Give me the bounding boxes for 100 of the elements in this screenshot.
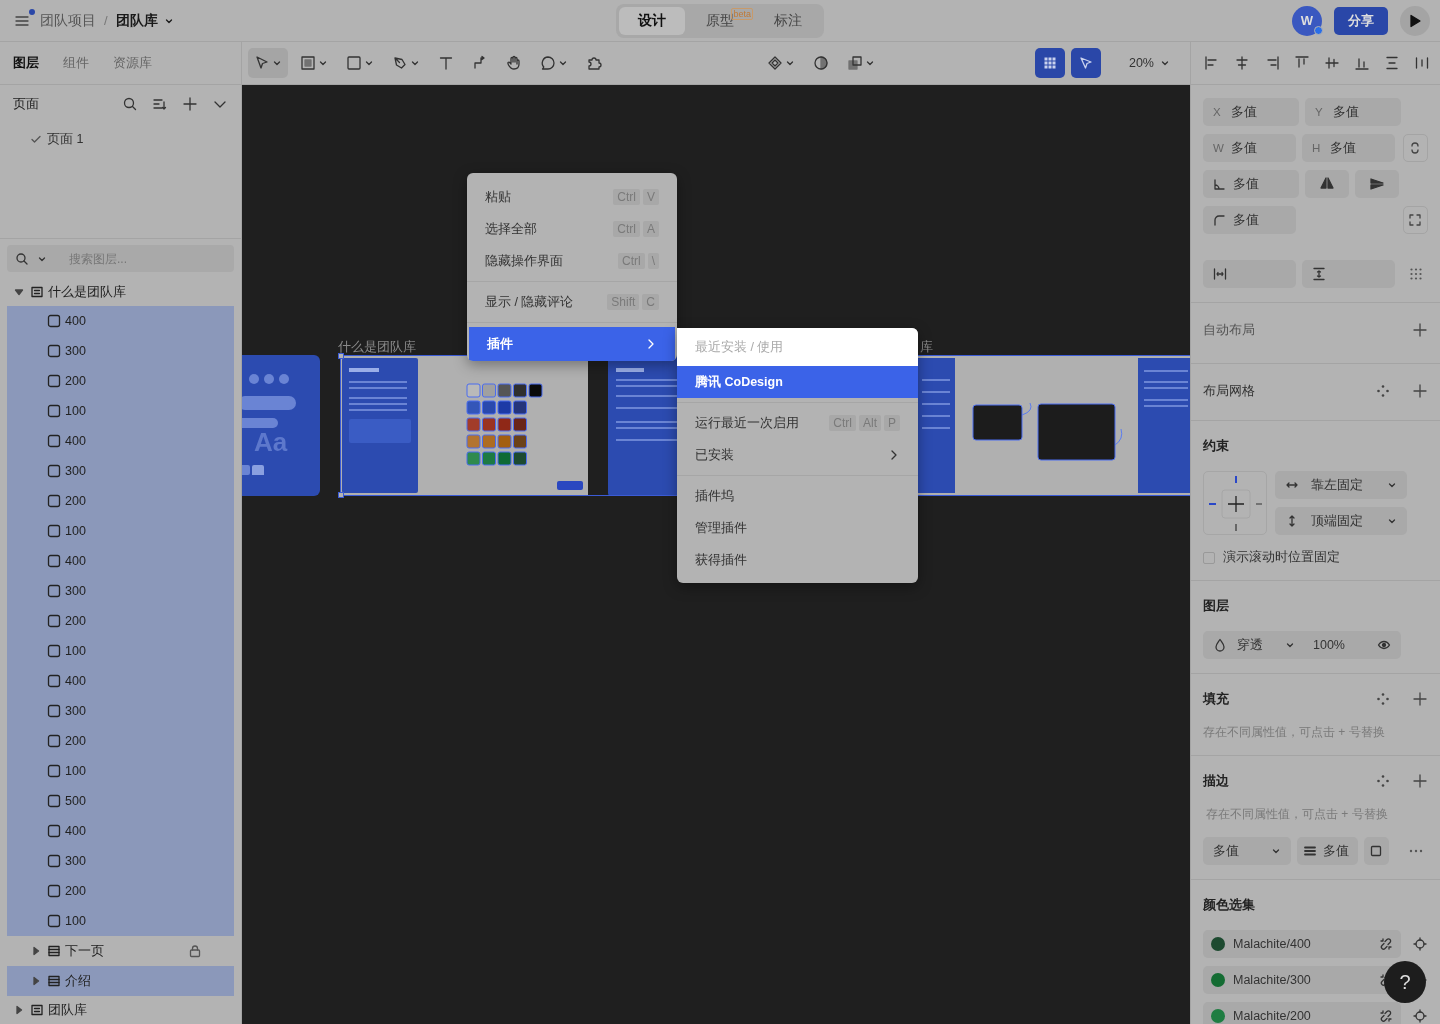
layer-name: 200 (65, 614, 87, 628)
spacing-field[interactable] (1302, 260, 1396, 288)
layer-item[interactable]: 300 (7, 336, 234, 366)
blend-mode-field[interactable]: 穿透 100% (1203, 631, 1401, 659)
layer-item[interactable]: 100 (7, 516, 234, 546)
constrain-proportions-button[interactable] (1402, 134, 1428, 162)
layer-item[interactable]: 300 (7, 456, 234, 486)
play-button[interactable] (1400, 5, 1430, 36)
rotation-field[interactable]: 多值 (1203, 170, 1299, 198)
layer-item[interactable]: 200 (7, 606, 234, 636)
target-icon[interactable] (1413, 1009, 1427, 1023)
spacing-field[interactable] (1203, 260, 1296, 288)
menu-item[interactable]: 插件坞 (677, 480, 918, 512)
menu-item[interactable]: 已安装 (677, 439, 918, 471)
distribute-vertical-icon[interactable] (1384, 55, 1400, 71)
corner-radius-field[interactable]: 多值 (1203, 206, 1297, 234)
horizontal-constraint-dropdown[interactable]: 靠左固定 (1275, 471, 1407, 499)
vertical-constraint-dropdown[interactable]: 顶端固定 (1275, 507, 1407, 535)
layer-item[interactable]: 200 (7, 486, 234, 516)
stroke-weight-field[interactable]: 多值 (1297, 837, 1358, 865)
plus-icon[interactable] (182, 96, 198, 113)
share-button[interactable]: 分享 (1334, 6, 1388, 35)
grid-style-icon[interactable] (1376, 774, 1390, 788)
page-item[interactable]: 页面 1 (0, 123, 241, 156)
number-field[interactable]: X 多值 (1203, 98, 1299, 126)
move-tool[interactable] (248, 48, 288, 78)
breadcrumb-link[interactable]: 团队项目 (40, 11, 96, 30)
grid-button[interactable] (1034, 48, 1065, 78)
file-name-button[interactable]: 团队库 (115, 11, 174, 30)
layer-item[interactable]: 100 (7, 906, 234, 936)
number-field[interactable]: Y 多值 (1305, 98, 1401, 126)
color-style-item[interactable]: Malachite/200 (1203, 1002, 1401, 1024)
layer-item[interactable]: 下一页 (7, 936, 234, 966)
plus-icon[interactable] (1412, 322, 1428, 338)
menu-item[interactable]: 腾讯 CoDesign (677, 366, 918, 398)
layer-item[interactable]: 100 (7, 636, 234, 666)
panel-tab[interactable]: 组件 (63, 54, 89, 72)
section-title: 页面 (13, 95, 40, 113)
caret-icon (1285, 640, 1295, 650)
panel-tab[interactable]: 图层 (13, 54, 39, 72)
layer-item[interactable]: 100 (7, 756, 234, 786)
layer-item[interactable]: 500 (7, 786, 234, 816)
plus-icon[interactable] (1412, 383, 1428, 399)
frame-icon (300, 55, 316, 71)
frame-icon (47, 944, 61, 958)
puzzle-icon (586, 55, 602, 71)
constraint-widget[interactable] (1203, 471, 1267, 535)
target-icon[interactable] (1413, 937, 1427, 951)
present-button[interactable] (1070, 48, 1101, 78)
layer-name: 100 (65, 764, 87, 778)
plus-icon[interactable] (1412, 691, 1428, 707)
caret-right-icon[interactable] (14, 1005, 24, 1015)
grid-style-icon[interactable] (1376, 692, 1390, 706)
align-middle-icon[interactable] (1324, 55, 1340, 71)
user-avatar[interactable]: W (1292, 5, 1322, 36)
layer-item[interactable]: 300 (7, 846, 234, 876)
lock-icon[interactable] (188, 944, 202, 958)
layer-item[interactable]: 什么是团队库 (7, 278, 234, 306)
mode-tab[interactable]: 标注 (755, 6, 821, 35)
layer-item[interactable]: 400 (7, 546, 234, 576)
checkbox[interactable] (1203, 551, 1215, 564)
plus-icon[interactable] (1412, 773, 1428, 789)
dots-grid-icon[interactable] (1408, 267, 1423, 281)
layer-item[interactable]: 200 (7, 366, 234, 396)
flip-horizontal-button[interactable] (1305, 170, 1349, 198)
search-icon[interactable] (122, 96, 138, 113)
layer-item[interactable]: 200 (7, 726, 234, 756)
layer-item[interactable]: 300 (7, 576, 234, 606)
layer-item[interactable]: 400 (7, 816, 234, 846)
layer-item[interactable]: 团队库 (7, 996, 234, 1024)
independent-corners-button[interactable] (1402, 206, 1428, 234)
number-field[interactable]: H 多值 (1302, 134, 1395, 162)
menu-item[interactable]: 获得插件 (677, 544, 918, 576)
stroke-position-dropdown[interactable]: 多值 (1203, 837, 1292, 865)
layer-item[interactable]: 400 (7, 306, 234, 336)
layer-item[interactable]: 介绍 (7, 966, 234, 996)
color-style-item[interactable]: Malachite/400 (1203, 930, 1401, 958)
help-tooltip[interactable]: ? (1384, 961, 1426, 1003)
layer-item[interactable]: 100 (7, 396, 234, 426)
panel-tab[interactable]: 资源库 (113, 54, 152, 72)
eye-icon[interactable] (1377, 638, 1391, 652)
menu-item[interactable]: 管理插件 (677, 512, 918, 544)
layer-item[interactable]: 400 (7, 666, 234, 696)
distribute-horizontal-icon[interactable] (1414, 55, 1430, 71)
caret-right-icon[interactable] (31, 976, 41, 986)
zoom-dropdown[interactable]: 20% (1106, 56, 1184, 70)
stroke-sides-button[interactable] (1363, 837, 1389, 865)
layer-item[interactable]: 200 (7, 876, 234, 906)
layer-item[interactable]: 400 (7, 426, 234, 456)
caret-right-icon[interactable] (31, 946, 41, 956)
detach-icon[interactable] (1379, 937, 1393, 951)
mode-tab[interactable]: 设计 (619, 6, 685, 35)
grid-style-icon[interactable] (1376, 384, 1390, 398)
align-center-icon[interactable] (1234, 55, 1250, 71)
layer-item[interactable]: 300 (7, 696, 234, 726)
number-field[interactable]: W 多值 (1203, 134, 1296, 162)
caret-down-icon[interactable] (14, 287, 24, 297)
menu-item[interactable]: 插件 (469, 327, 675, 361)
flip-vertical-button[interactable] (1355, 170, 1399, 198)
detach-icon[interactable] (1379, 1009, 1393, 1023)
